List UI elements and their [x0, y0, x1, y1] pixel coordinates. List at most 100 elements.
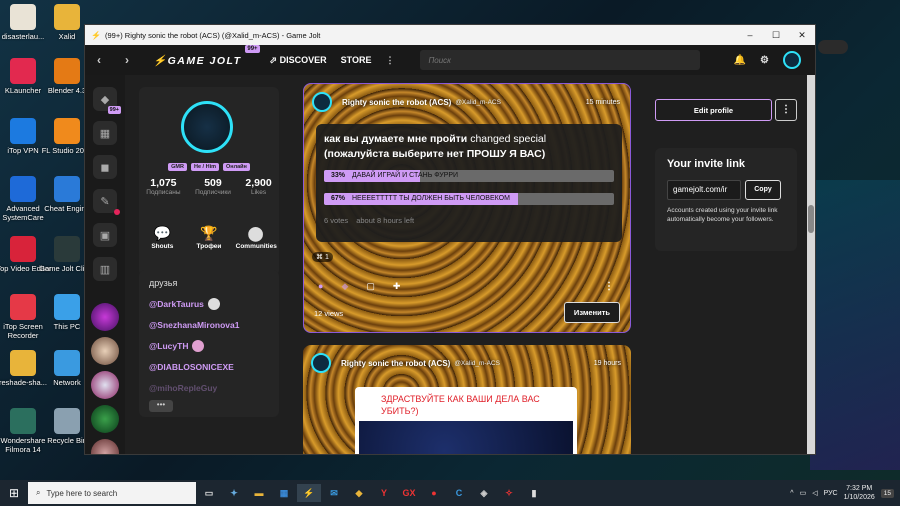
poll-option[interactable]: 33% ДАВАЙ ИГРАЙ И СТАНЬ ФУРРИ [324, 170, 614, 182]
author-avatar[interactable] [312, 92, 332, 112]
poll-option[interactable]: 67% НЕЕЕЕТТТТТ ТЫ ДОЛЖЕН БЫТЬ ЧЕЛОВЕКОМ [324, 193, 614, 205]
mail-icon[interactable]: ✉ [322, 484, 346, 502]
unity-icon[interactable]: ◈ [472, 484, 496, 502]
forward-button[interactable]: › [113, 53, 141, 67]
file-explorer-icon[interactable]: ▬ [247, 484, 271, 502]
game-icon[interactable]: ◆ [347, 484, 371, 502]
flstudio-icon [54, 118, 80, 144]
friend-link[interactable]: @LucyTH [149, 335, 269, 356]
library-rail-button[interactable]: ▥ [93, 257, 117, 281]
post-more-button[interactable]: ⋮ [604, 281, 614, 292]
friend-link[interactable]: @DarkTaurus [149, 293, 269, 314]
invite-link-field[interactable]: gamejolt.com/ir [667, 180, 741, 200]
clock[interactable]: 7:32 PM 1/10/2026 [844, 484, 875, 502]
profile-actions: 💬 Shouts 🏆 Трофеи ⬤ Communities [139, 221, 279, 276]
action-label: Shouts [151, 243, 174, 250]
quests-rail-button[interactable]: ✎ [93, 189, 120, 215]
action-label: Трофеи [196, 243, 222, 250]
store-rail-button[interactable]: ▦ [93, 121, 117, 145]
stat-following[interactable]: 1,075 Подписаны [146, 177, 180, 196]
copilot-icon[interactable]: ✦ [222, 484, 246, 502]
invite-card: Your invite link gamejolt.com/ir Copy Ac… [655, 148, 797, 251]
edit-profile-button[interactable]: Edit profile [655, 99, 772, 121]
changed-text: changed special [470, 133, 547, 145]
gamejolt-taskbar-icon[interactable]: ⚡ [297, 484, 321, 502]
community-avatar-5[interactable] [91, 439, 119, 454]
author-name[interactable]: Righty sonic the robot (ACS) [341, 359, 450, 368]
profile-avatar[interactable] [181, 101, 233, 153]
store-icon[interactable]: ▦ [272, 484, 296, 502]
post-actions: ● ◆ ▢ ✚ [318, 281, 400, 292]
dislike-icon[interactable]: ◆ [341, 281, 348, 292]
comment-icon[interactable]: ▢ [366, 281, 375, 292]
opera-gx-icon[interactable]: GX [397, 484, 421, 502]
stat-followers[interactable]: 509 Подписчики [195, 177, 231, 196]
task-view-icon[interactable]: ▭ [197, 484, 221, 502]
friend-name: @SnezhanaMironova1 [149, 319, 240, 330]
activity-icon[interactable]: ⚙ [760, 55, 769, 66]
close-button[interactable]: ✕ [789, 30, 815, 41]
trophies-button[interactable]: 🏆 Трофеи [189, 225, 229, 276]
community-avatar-1[interactable] [91, 303, 119, 331]
post-time[interactable]: 19 hours [594, 360, 621, 367]
floating-widget[interactable] [818, 40, 848, 54]
language-indicator[interactable]: РУС [824, 490, 838, 497]
community-avatar-4[interactable] [91, 405, 119, 433]
chevron-up-icon[interactable]: ^ [790, 490, 793, 497]
poll-option-text: НЕЕЕЕТТТТТ ТЫ ДОЛЖЕН БЫТЬ ЧЕЛОВЕКОМ [352, 195, 510, 202]
post-time[interactable]: 15 minutes [586, 99, 620, 106]
friend-link[interactable]: @SnezhanaMironova1 [149, 314, 269, 335]
tag: GMR [168, 163, 187, 171]
logo-text: ⚡GAME JOLT [153, 54, 242, 67]
back-button[interactable]: ‹ [85, 53, 113, 67]
user-avatar[interactable] [783, 51, 801, 69]
discover-link[interactable]: ⬀ DISCOVER [270, 55, 327, 66]
author-handle[interactable]: @Xalid_m-ACS [455, 99, 501, 106]
stat-value: 509 [204, 177, 222, 189]
author-avatar[interactable] [311, 353, 331, 373]
yandex-icon[interactable]: Y [372, 484, 396, 502]
community-avatar-3[interactable] [91, 371, 119, 399]
notifications-badge[interactable]: 15 [880, 488, 894, 498]
edit-post-button[interactable]: Изменить [563, 302, 620, 323]
community-avatar-2[interactable] [91, 337, 119, 365]
sticker-icon[interactable]: ✚ [393, 281, 401, 292]
gamejolt-logo[interactable]: ⚡GAME JOLT 99+ [153, 44, 260, 67]
friend-link[interactable]: @mihoRepleGuy [149, 377, 269, 398]
top-navigation: ‹ › ⚡GAME JOLT99+ ⬀ DISCOVER STORE ⋮ 🔔 ⚙ [85, 44, 815, 75]
network-icon[interactable]: ▭ [800, 489, 807, 497]
copy-button[interactable]: Copy [745, 180, 781, 200]
inventory-rail-button[interactable]: ◼ [93, 155, 117, 179]
maximize-button[interactable]: ☐ [763, 30, 789, 41]
profile-menu-button[interactable]: ⋮ [775, 99, 797, 121]
search-input[interactable] [420, 50, 701, 70]
chat-rail-button[interactable]: ▣ [93, 223, 117, 247]
app-icon[interactable]: ✧ [497, 484, 521, 502]
systemcare-icon[interactable]: C [447, 484, 471, 502]
notifications-rail-button[interactable]: ◆ 99+ [93, 87, 121, 114]
scrollbar-thumb[interactable] [808, 205, 814, 233]
store-link[interactable]: STORE [341, 55, 372, 65]
taskbar-search[interactable]: ⌕ Type here to search [28, 482, 196, 504]
friend-link[interactable]: @DIABLOSONICEXE [149, 356, 269, 377]
profile-card: GMR He / Him Онлайн 1,075 Подписаны 509 По… [139, 87, 279, 227]
poll: как вы думаете мне пройти changed specia… [316, 124, 622, 242]
tag: Онлайн [223, 163, 250, 171]
chat-icon: ▣ [99, 229, 111, 242]
recorder-icon[interactable]: ● [422, 484, 446, 502]
minimize-button[interactable]: – [737, 30, 763, 40]
scrollbar[interactable] [807, 75, 815, 454]
more-friends-button[interactable]: ••• [149, 400, 173, 412]
reaction-pill[interactable]: ⌘ 1 [312, 252, 333, 262]
shouts-button[interactable]: 💬 Shouts [142, 225, 182, 276]
author-handle[interactable]: @Xalid_m-ACS [454, 360, 500, 367]
windows-start-icon[interactable]: ⊞ [0, 486, 28, 500]
volume-icon[interactable]: ◁ [812, 489, 817, 497]
like-icon[interactable]: ● [318, 281, 323, 292]
author-name[interactable]: Righty sonic the robot (ACS) [342, 98, 451, 107]
bell-icon[interactable]: 🔔 [734, 55, 746, 66]
stats-icon[interactable]: ▮ [522, 484, 546, 502]
communities-button[interactable]: ⬤ Communities [236, 225, 277, 276]
more-menu-button[interactable]: ⋮ [385, 55, 394, 66]
stat-likes[interactable]: 2,900 Likes [245, 177, 271, 196]
